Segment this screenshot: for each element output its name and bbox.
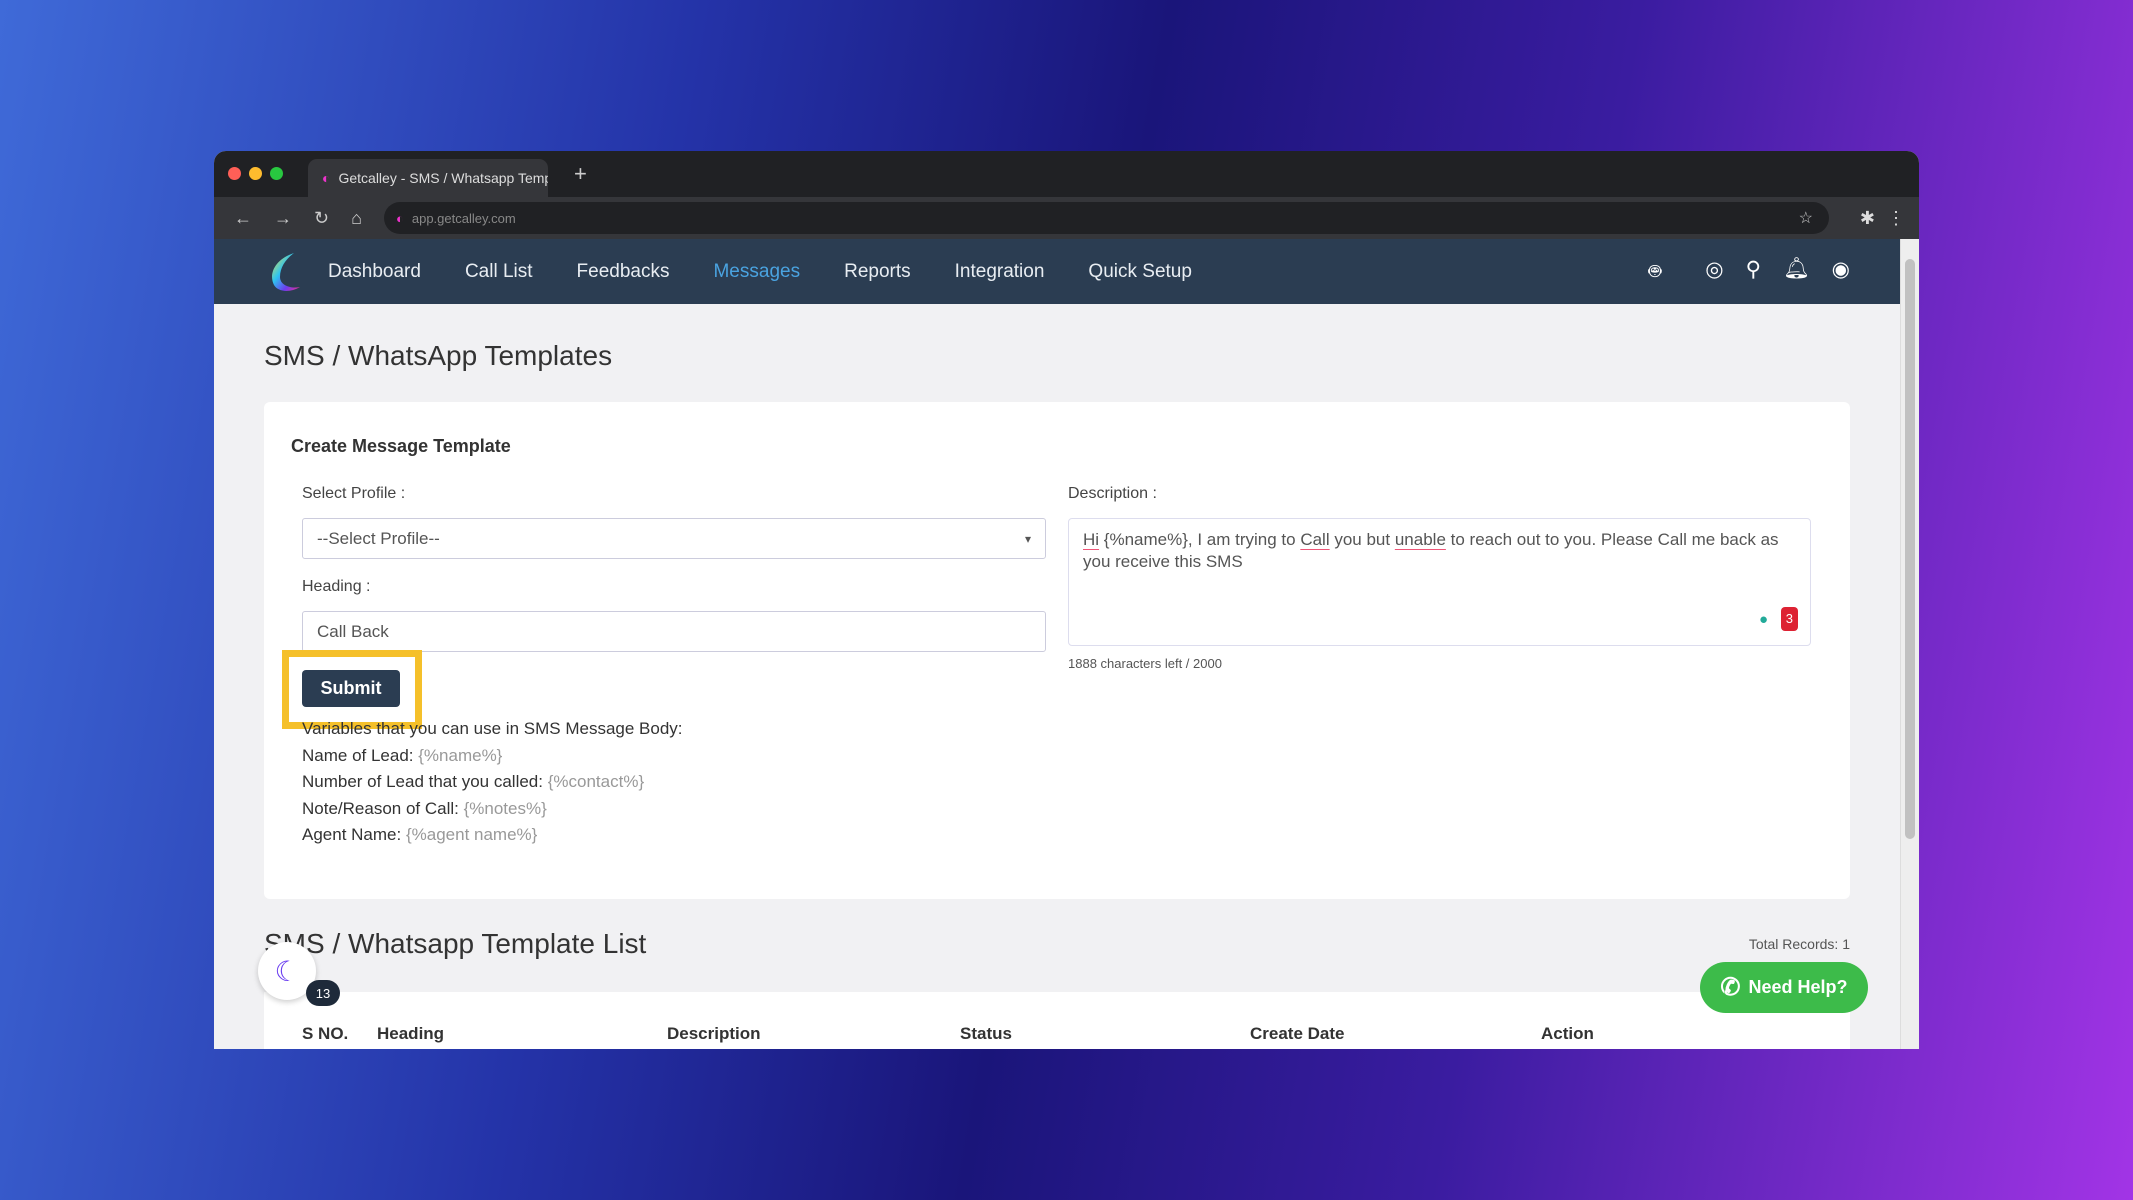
- browser-window: ◐ Getcalley - SMS / Whatsapp Temp + ← → ↻ ⌂ …: [214, 151, 1919, 1049]
- home-icon[interactable]: ⌂: [351, 208, 362, 229]
- user-icon[interactable]: ◉: [1832, 257, 1850, 287]
- bell-icon[interactable]: 🔔︎: [1783, 257, 1810, 287]
- address-bar[interactable]: ◐ app.getcalley.com ☆: [384, 202, 1829, 234]
- description-label: Description :: [1068, 485, 1157, 502]
- close-window-button[interactable]: [228, 167, 241, 180]
- create-template-card: Create Message Template Select Profile :…: [264, 402, 1850, 899]
- search-icon[interactable]: ⚲: [1746, 257, 1761, 287]
- nav-quick-setup[interactable]: Quick Setup: [1088, 261, 1192, 283]
- getcalley-logo[interactable]: [262, 249, 308, 295]
- column-header[interactable]: Heading: [377, 1024, 444, 1044]
- page-content: SMS / WhatsApp Templates Create Message …: [214, 304, 1900, 1049]
- bookmark-star-icon[interactable]: ☆: [1799, 208, 1813, 228]
- notification-badge: 13: [306, 980, 340, 1006]
- new-tab-button[interactable]: +: [574, 161, 587, 187]
- grammar-extension-icon[interactable]: 3: [1780, 607, 1798, 631]
- address-toolbar: ← → ↻ ⌂ ◐ app.getcalley.com ☆ ✱ ⋮: [214, 197, 1919, 239]
- submit-button[interactable]: Submit: [302, 670, 400, 707]
- browser-tab[interactable]: ◐ Getcalley - SMS / Whatsapp Temp: [308, 159, 548, 197]
- column-header[interactable]: Action: [1541, 1024, 1594, 1044]
- column-header[interactable]: S NO.: [302, 1024, 348, 1044]
- back-icon[interactable]: ←: [234, 208, 252, 229]
- total-records: Total Records: 1: [1748, 936, 1850, 952]
- nav-call-list[interactable]: Call List: [465, 261, 533, 283]
- need-help-button[interactable]: ✆ Need Help?: [1700, 962, 1868, 1013]
- column-header[interactable]: Description: [667, 1024, 761, 1044]
- reload-icon[interactable]: ↻: [314, 208, 329, 229]
- top-navbar: Dashboard Call List Feedbacks Messages R…: [214, 239, 1900, 304]
- menu-kebab-icon[interactable]: ⋮: [1887, 208, 1905, 229]
- nav-integration[interactable]: Integration: [955, 261, 1045, 283]
- forward-icon[interactable]: →: [274, 208, 292, 229]
- nav-dashboard[interactable]: Dashboard: [328, 261, 421, 283]
- favicon-icon: ◐: [322, 170, 331, 186]
- support-icon[interactable]: ◎: [1705, 257, 1723, 287]
- list-title: SMS / Whatsapp Template List: [264, 928, 647, 959]
- maximize-button[interactable]: [270, 167, 283, 180]
- variables-help: Variables that you can use in SMS Messag…: [302, 719, 683, 844]
- column-header[interactable]: Create Date: [1250, 1024, 1345, 1044]
- tab-bar: ◐ Getcalley - SMS / Whatsapp Temp +: [214, 151, 1919, 197]
- android-icon[interactable]: 🤖︎: [1649, 257, 1662, 287]
- form-title: Create Message Template: [291, 436, 511, 456]
- lightbulb-icon[interactable]: ●: [1759, 609, 1768, 631]
- profile-label: Select Profile :: [302, 485, 406, 502]
- nav-reports[interactable]: Reports: [844, 261, 911, 283]
- page-title: SMS / WhatsApp Templates: [264, 340, 613, 371]
- description-textarea[interactable]: Hi {%name%}, I am trying to Call you but…: [1068, 518, 1811, 646]
- scrollbar[interactable]: [1900, 239, 1919, 1049]
- nav-feedbacks[interactable]: Feedbacks: [577, 261, 670, 283]
- template-table: S NO. Heading Description Status Create …: [264, 992, 1850, 1049]
- column-header[interactable]: Status: [960, 1024, 1012, 1044]
- chevron-down-icon: ▾: [1024, 531, 1031, 546]
- getcalley-logo: ☾: [274, 955, 300, 987]
- whatsapp-icon: ✆: [1720, 974, 1741, 1001]
- favicon-icon: ◐: [396, 210, 404, 226]
- nav-messages[interactable]: Messages: [713, 261, 800, 283]
- heading-input[interactable]: Call Back: [302, 611, 1046, 652]
- profile-select[interactable]: --Select Profile-- ▾: [302, 518, 1046, 559]
- extensions-icon[interactable]: ✱: [1860, 208, 1875, 229]
- character-count: 1888 characters left / 2000: [1068, 656, 1222, 671]
- minimize-button[interactable]: [249, 167, 262, 180]
- heading-label: Heading :: [302, 578, 371, 595]
